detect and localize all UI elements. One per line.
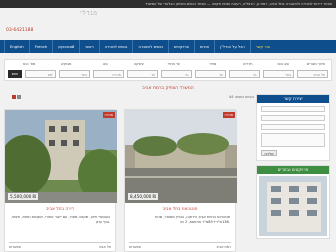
rooms-min-field[interactable]: מ- bbox=[229, 69, 260, 78]
project-photo-icon bbox=[259, 176, 327, 236]
nav-item-for-rent[interactable]: נכסים להשכרה bbox=[132, 40, 168, 53]
page-title: המשרד הוותיק ברמת אביב bbox=[142, 86, 194, 91]
nav-item-contact[interactable]: צור קשר bbox=[249, 40, 275, 53]
search-label: סוג נכס bbox=[277, 62, 289, 66]
nav-item-projects[interactable]: פרויקטים bbox=[167, 40, 194, 53]
project-image[interactable] bbox=[259, 176, 327, 236]
header-phone: 03-6421188 bbox=[6, 28, 34, 33]
wanted-select[interactable]: בחר bbox=[59, 69, 90, 78]
nav-item-english[interactable]: English bbox=[4, 40, 29, 53]
listing-card[interactable]: מכירה 8,450,000 ₪ פנטהאוז בתל אביב פנטהא… bbox=[124, 109, 237, 252]
listing-rooms: אפשרות bbox=[9, 245, 21, 249]
top-bar: מבחר דירות למכירה ולהשכרה בתל אביב, רמת … bbox=[0, 0, 336, 8]
main-nav: English French русский ראשי נכסים למכירה… bbox=[0, 40, 336, 53]
property-id-field[interactable]: מס' bbox=[25, 69, 56, 78]
building-photo-icon bbox=[125, 110, 237, 203]
message-field[interactable] bbox=[261, 133, 325, 147]
phone-field[interactable] bbox=[261, 115, 325, 121]
listing-price: 5,500,000 ₪ bbox=[8, 193, 38, 200]
send-button[interactable]: שליחה bbox=[261, 150, 277, 156]
search-button[interactable]: חפש bbox=[8, 69, 22, 78]
grid-view-icon[interactable] bbox=[12, 95, 16, 99]
nav-item-for-sale[interactable]: נכסים למכירה bbox=[98, 40, 133, 53]
nav-item-about[interactable]: אודות bbox=[193, 40, 214, 53]
site-header: מגדלי 03-6421188 bbox=[0, 8, 336, 40]
nav-item-french[interactable]: French bbox=[28, 40, 53, 53]
results-count: 44 נכסים נמצאו bbox=[228, 95, 254, 99]
listing-description: בעוספיי חיזה, שקטה מאוד, עם ייעור אחורי,… bbox=[10, 215, 110, 224]
nav-item-real-estate-info[interactable]: הכל על הנדל"ן bbox=[214, 40, 250, 53]
search-label: מחיר bbox=[208, 62, 217, 66]
deal-select[interactable]: מכירה bbox=[93, 69, 124, 78]
listing-description: פנטהאוז ברמת אביב הירוקה, בבניין מפואר, … bbox=[155, 215, 230, 224]
listings: מכירה 5,500,000 ₪ דירה בתל אביב בעוספיי … bbox=[4, 109, 248, 252]
contact-form-title: יצירת קשר bbox=[257, 95, 329, 103]
listing-price: 8,450,000 ₪ bbox=[128, 193, 158, 200]
listing-rooms: אפשרות bbox=[129, 245, 141, 249]
listing-city: רמת אביב bbox=[216, 245, 231, 249]
search-fields: חפש מס' בחר מכירה עד מ- עד מ- בחר תל אבי… bbox=[5, 68, 331, 79]
rooms-max-field[interactable]: עד bbox=[195, 69, 226, 78]
listing-photo[interactable]: מכירה 5,500,000 ₪ bbox=[5, 110, 117, 203]
listing-card[interactable]: מכירה 5,500,000 ₪ דירה בתל אביב בעוספיי … bbox=[4, 109, 117, 252]
listing-tag: מכירה bbox=[222, 112, 235, 118]
search-label: סוג bbox=[102, 62, 108, 66]
property-type-select[interactable]: בחר bbox=[263, 69, 294, 78]
contact-form: יצירת קשר שליחה bbox=[256, 94, 330, 161]
email-field[interactable] bbox=[261, 124, 325, 130]
price-min-field[interactable]: מ- bbox=[161, 69, 192, 78]
listing-city: תל אביב bbox=[98, 245, 111, 249]
listing-photo[interactable]: מכירה 8,450,000 ₪ bbox=[125, 110, 237, 203]
projects-box: פרויקטים נבחרים bbox=[256, 165, 330, 239]
site-logo[interactable]: מגדלי bbox=[80, 10, 98, 17]
search-label: איזור מגורים bbox=[306, 62, 325, 66]
nav-item-home[interactable]: ראשי bbox=[79, 40, 98, 53]
search-label: עד מחיר bbox=[167, 62, 181, 66]
sidebar: יצירת קשר שליחה פרויקטים נבחרים bbox=[256, 94, 330, 243]
search-label: מבוקש bbox=[61, 62, 72, 66]
nav-item-russian[interactable]: русский bbox=[52, 40, 79, 53]
view-toggle[interactable] bbox=[12, 95, 21, 99]
search-label: חדרים bbox=[243, 62, 253, 66]
search-labels: מס' נכס מבוקש סוג עיסקה עד מחיר מחיר חדר… bbox=[5, 60, 331, 68]
list-view-icon[interactable] bbox=[17, 95, 21, 99]
name-field[interactable] bbox=[261, 106, 325, 112]
search-panel: מס' נכס מבוקש סוג עיסקה עד מחיר מחיר חדר… bbox=[4, 59, 332, 81]
building-photo-icon bbox=[5, 110, 117, 203]
listing-tag: מכירה bbox=[102, 112, 115, 118]
search-label: מס' נכס bbox=[22, 62, 36, 66]
listing-footer: אפשרות רמת אביב bbox=[129, 242, 231, 249]
top-bar-text: מבחר דירות למכירה ולהשכרה בתל אביב, רמת … bbox=[145, 2, 332, 6]
listing-footer: אפשרות תל אביב bbox=[9, 242, 111, 249]
projects-title: פרויקטים נבחרים bbox=[257, 166, 329, 174]
price-max-field[interactable]: עד bbox=[127, 69, 158, 78]
search-label: עיסקה bbox=[133, 62, 144, 66]
area-select[interactable]: תל אביב bbox=[297, 69, 328, 78]
